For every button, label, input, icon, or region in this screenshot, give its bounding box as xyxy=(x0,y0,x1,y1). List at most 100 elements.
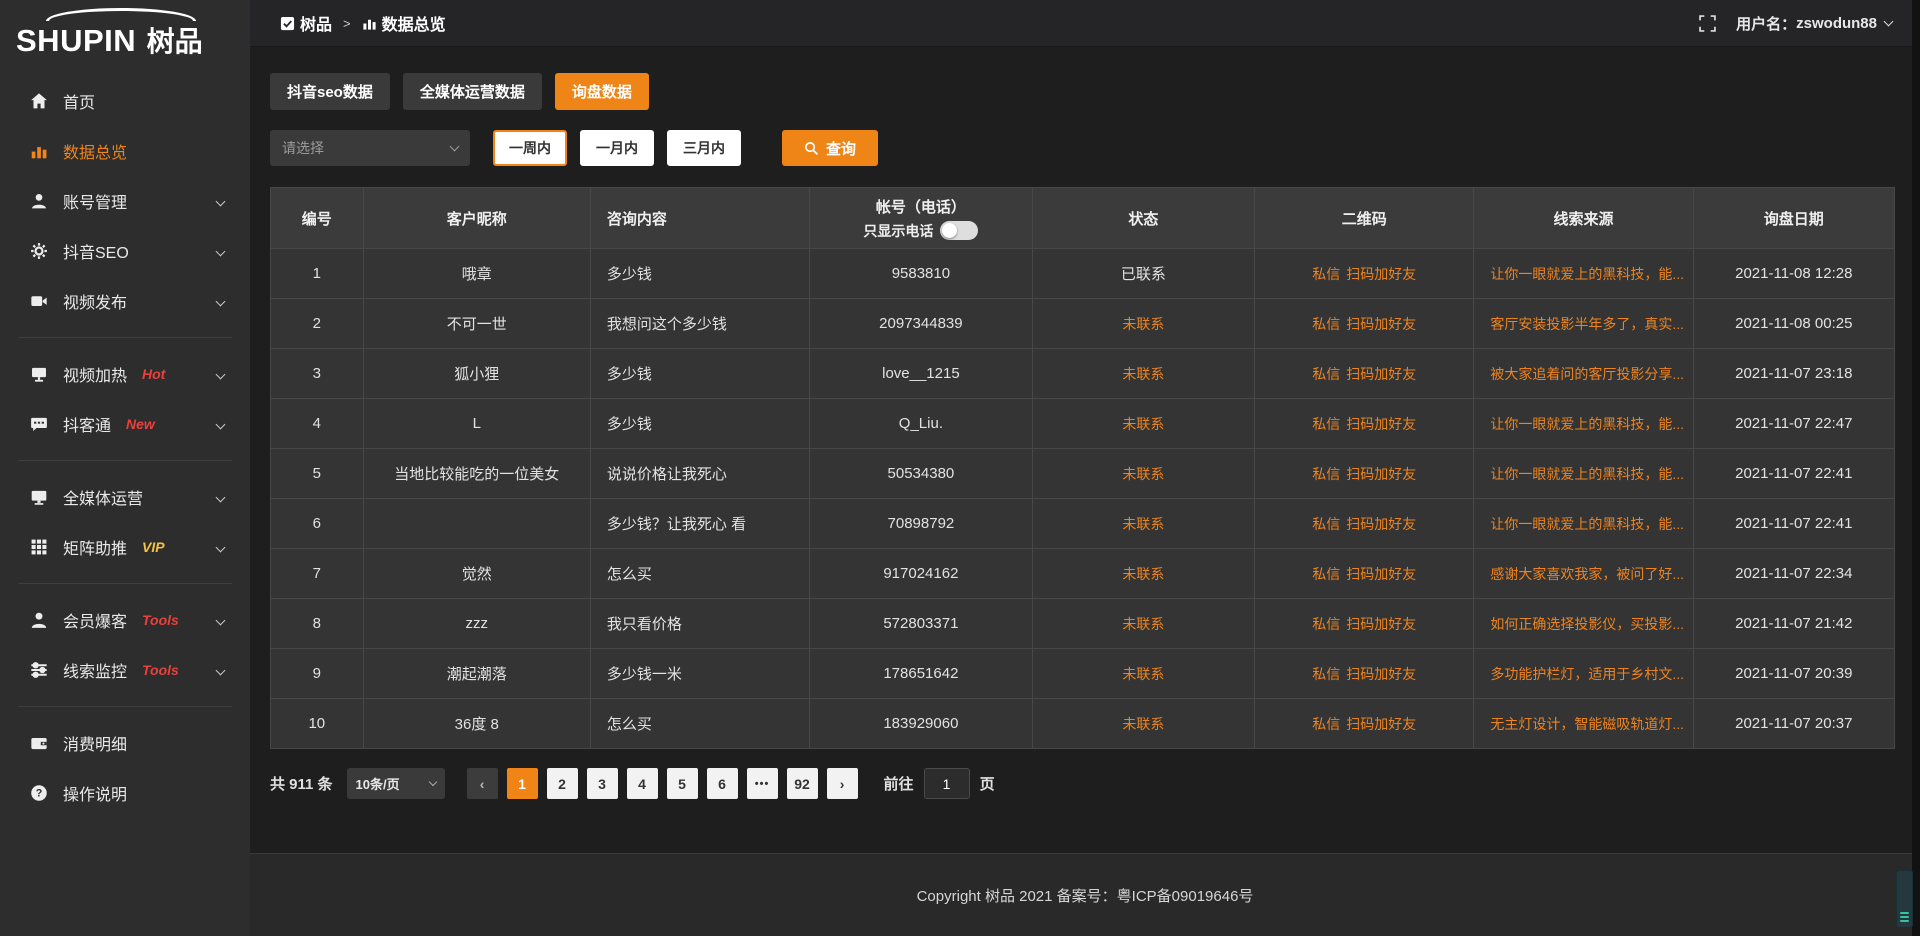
user-menu[interactable]: 用户名： zswodun88 xyxy=(1736,13,1892,34)
page-button-92[interactable]: 92 xyxy=(787,768,818,799)
breadcrumb-current: 数据总览 xyxy=(382,11,446,35)
period-button-2[interactable]: 一月内 xyxy=(580,130,654,166)
sidebar-item-member-baoke[interactable]: 会员爆客Tools xyxy=(0,595,250,645)
search-button-label: 查询 xyxy=(826,138,856,159)
sidebar-item-account-management[interactable]: 账号管理 xyxy=(0,176,250,226)
logo-text-en: SHUPIN xyxy=(16,23,136,58)
search-icon xyxy=(804,141,819,156)
sliders-icon xyxy=(30,661,48,679)
cell-account: 50534380 xyxy=(810,449,1032,499)
tab-inquiry-data[interactable]: 询盘数据 xyxy=(555,73,649,110)
period-button-1[interactable]: 一周内 xyxy=(493,130,567,166)
qrcode-link[interactable]: 私信 xyxy=(1312,566,1340,582)
table-row: 6多少钱？让我死心 看70898792未联系私信扫码加好友让你一眼就爱上的黑科技… xyxy=(271,499,1895,549)
qrcode-link[interactable]: 私信 xyxy=(1312,466,1340,482)
sidebar-item-data-overview[interactable]: 数据总览 xyxy=(0,126,250,176)
cell-source[interactable]: 让你一眼就爱上的黑科技，能... xyxy=(1474,249,1693,299)
qrcode-link[interactable]: 扫码加好友 xyxy=(1346,716,1416,732)
sidebar-item-home[interactable]: 首页 xyxy=(0,76,250,126)
breadcrumb-root[interactable]: 树品 xyxy=(300,11,332,35)
page-button-5[interactable]: 5 xyxy=(667,768,698,799)
member-icon xyxy=(30,611,48,629)
cell-source[interactable]: 让你一眼就爱上的黑科技，能... xyxy=(1474,399,1693,449)
cell-source[interactable]: 如何正确选择投影仪，买投影... xyxy=(1474,599,1693,649)
goto-page-input[interactable] xyxy=(924,768,970,799)
cell-content: 多少钱 xyxy=(590,349,809,399)
logo-text-cn: 树品 xyxy=(147,26,203,57)
sidebar-item-video-heat[interactable]: 视频加热Hot xyxy=(0,349,250,399)
cell-id: 8 xyxy=(271,599,364,649)
chevron-down-icon xyxy=(217,661,224,679)
qrcode-link[interactable]: 扫码加好友 xyxy=(1346,366,1416,382)
cell-qrcode: 私信扫码加好友 xyxy=(1255,449,1474,499)
period-button-3[interactable]: 三月内 xyxy=(667,130,741,166)
qrcode-link[interactable]: 扫码加好友 xyxy=(1346,566,1416,582)
qrcode-link[interactable]: 私信 xyxy=(1312,666,1340,682)
page-button-4[interactable]: 4 xyxy=(627,768,658,799)
cell-source[interactable]: 让你一眼就爱上的黑科技，能... xyxy=(1474,499,1693,549)
qrcode-link[interactable]: 扫码加好友 xyxy=(1346,516,1416,532)
chevron-down-icon xyxy=(217,242,224,260)
sidebar-item-douyin-seo[interactable]: 抖音SEO xyxy=(0,226,250,276)
sidebar-item-video-publish[interactable]: 视频发布 xyxy=(0,276,250,326)
sidebar-item-clue-monitor[interactable]: 线索监控Tools xyxy=(0,645,250,695)
sidebar-item-consumption-detail[interactable]: 消费明细 xyxy=(0,718,250,768)
qrcode-link[interactable]: 扫码加好友 xyxy=(1346,266,1416,282)
sidebar-item-label: 视频发布 xyxy=(63,289,127,313)
table-row: 2不可一世我想问这个多少钱2097344839未联系私信扫码加好友客厅安装投影半… xyxy=(271,299,1895,349)
cell-date: 2021-11-07 20:37 xyxy=(1693,699,1894,749)
cell-status: 未联系 xyxy=(1032,699,1254,749)
qrcode-link[interactable]: 扫码加好友 xyxy=(1346,616,1416,632)
cell-source[interactable]: 感谢大家喜欢我家，被问了好... xyxy=(1474,549,1693,599)
page-button-2[interactable]: 2 xyxy=(547,768,578,799)
page-button-1[interactable]: 1 xyxy=(507,768,538,799)
cell-source[interactable]: 客厅安装投影半年多了，真实... xyxy=(1474,299,1693,349)
qrcode-link[interactable]: 扫码加好友 xyxy=(1346,666,1416,682)
tab-media-operation-data[interactable]: 全媒体运营数据 xyxy=(403,73,542,110)
cell-account: 572803371 xyxy=(810,599,1032,649)
cell-source[interactable]: 被大家追着问的客厅投影分享... xyxy=(1474,349,1693,399)
phone-only-toggle[interactable] xyxy=(940,221,978,240)
cell-nickname: L xyxy=(363,399,590,449)
goto-label: 前往 xyxy=(884,773,914,794)
cell-source[interactable]: 无主灯设计，智能磁吸轨道灯... xyxy=(1474,699,1693,749)
cell-qrcode: 私信扫码加好友 xyxy=(1255,649,1474,699)
sidebar-item-media-operation[interactable]: 全媒体运营 xyxy=(0,472,250,522)
qrcode-link[interactable]: 扫码加好友 xyxy=(1346,416,1416,432)
cell-status: 未联系 xyxy=(1032,299,1254,349)
filter-select[interactable]: 请选择 xyxy=(270,130,470,166)
page-button-3[interactable]: 3 xyxy=(587,768,618,799)
period-buttons: 一周内一月内三月内 xyxy=(493,130,741,166)
next-page-button[interactable]: › xyxy=(827,768,858,799)
qrcode-link[interactable]: 私信 xyxy=(1312,416,1340,432)
sidebar-item-operation-guide[interactable]: ?操作说明 xyxy=(0,768,250,818)
qrcode-link[interactable]: 私信 xyxy=(1312,266,1340,282)
cell-content: 说说价格让我死心 xyxy=(590,449,809,499)
tab-douyin-seo-data[interactable]: 抖音seo数据 xyxy=(270,73,390,110)
page-size-select[interactable]: 10条/页 xyxy=(347,768,445,799)
qrcode-link[interactable]: 扫码加好友 xyxy=(1346,466,1416,482)
qrcode-link[interactable]: 私信 xyxy=(1312,316,1340,332)
floating-widget[interactable] xyxy=(1896,870,1913,928)
qrcode-link[interactable]: 私信 xyxy=(1312,716,1340,732)
pages-ellipsis[interactable]: ••• xyxy=(747,768,778,799)
table-header-row: 编号客户昵称咨询内容帐号（电话）只显示电话状态二维码线索来源询盘日期 xyxy=(271,188,1895,249)
qrcode-link[interactable]: 扫码加好友 xyxy=(1346,316,1416,332)
prev-page-button[interactable]: ‹ xyxy=(467,768,498,799)
page-button-6[interactable]: 6 xyxy=(707,768,738,799)
filter-bar: 请选择 一周内一月内三月内 查询 xyxy=(270,130,1895,166)
cell-account: love__1215 xyxy=(810,349,1032,399)
qrcode-link[interactable]: 私信 xyxy=(1312,366,1340,382)
cell-source[interactable]: 多功能护栏灯，适用于乡村文... xyxy=(1474,649,1693,699)
cell-source[interactable]: 让你一眼就爱上的黑科技，能... xyxy=(1474,449,1693,499)
sidebar-item-matrix-boost[interactable]: 矩阵助推VIP xyxy=(0,522,250,572)
sidebar-item-douketong[interactable]: 抖客通New xyxy=(0,399,250,449)
copyright-text: Copyright 树品 2021 备案号：粤ICP备09019646号 xyxy=(917,885,1254,906)
search-button[interactable]: 查询 xyxy=(782,130,878,166)
table-row: 7觉然怎么买917024162未联系私信扫码加好友感谢大家喜欢我家，被问了好..… xyxy=(271,549,1895,599)
sidebar: SHUPIN 树品 首页数据总览账号管理抖音SEO 视频发布视频加热Hot抖客通N… xyxy=(0,0,250,936)
browser-scrollbar[interactable] xyxy=(1912,0,1920,936)
qrcode-link[interactable]: 私信 xyxy=(1312,516,1340,532)
fullscreen-icon[interactable] xyxy=(1699,15,1716,32)
qrcode-link[interactable]: 私信 xyxy=(1312,616,1340,632)
